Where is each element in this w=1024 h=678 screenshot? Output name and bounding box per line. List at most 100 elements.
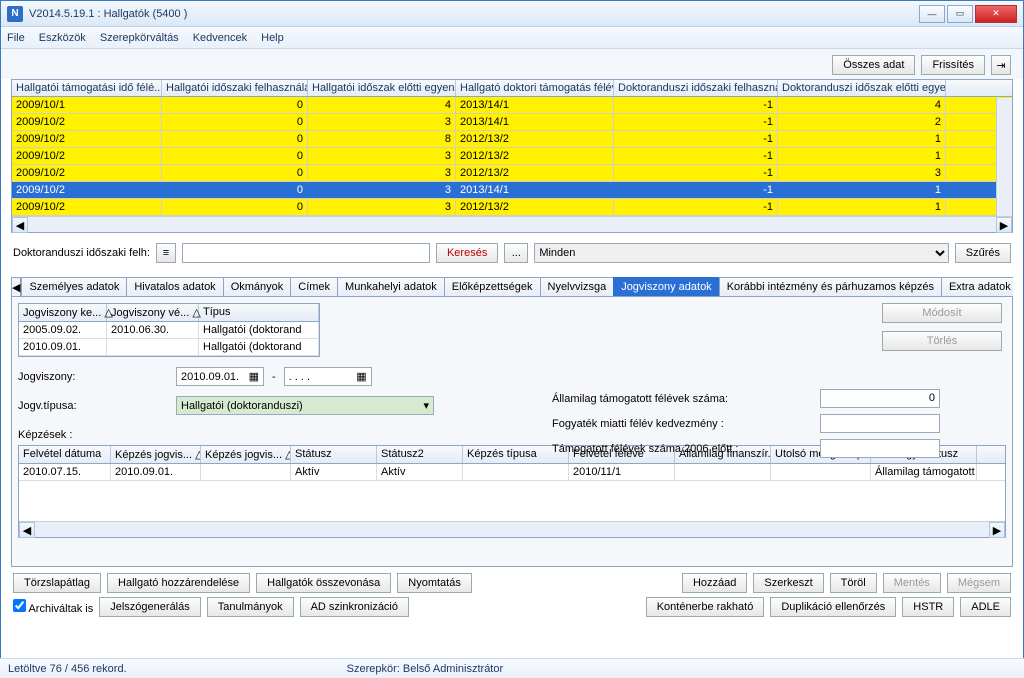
col-header[interactable]: Hallgatói támogatási idő félé... [12, 80, 162, 96]
kepzesek-row[interactable]: 2010.07.15. 2010.09.01. Aktív Aktív 2010… [19, 464, 1005, 481]
search-button[interactable]: Keresés [436, 243, 498, 263]
table-row[interactable]: 2009/10/2032013/14/1-12 [12, 114, 1012, 131]
close-button[interactable]: ✕ [975, 5, 1017, 23]
table-row[interactable]: 2009/10/1042013/14/1-14 [12, 97, 1012, 114]
adszink-button[interactable]: AD szinkronizáció [300, 597, 409, 617]
tab-addresses[interactable]: Címek [290, 277, 338, 296]
tab-extra[interactable]: Extra adatok [941, 277, 1013, 296]
table-row[interactable]: 2009/10/2032012/13/2-11 [12, 199, 1012, 216]
tab-previous-inst[interactable]: Korábbi intézmény és párhuzamos képzés [719, 277, 942, 296]
jogv-col-type[interactable]: Típus [199, 304, 319, 321]
scroll-right-icon[interactable]: ▶ [989, 522, 1005, 538]
disability-value[interactable] [820, 414, 940, 433]
window-buttons: — ▭ ✕ [919, 5, 1017, 23]
menu-roleswitch[interactable]: Szerepkörváltás [100, 32, 179, 44]
tab-personal[interactable]: Személyes adatok [21, 277, 127, 296]
scroll-right-icon[interactable]: ▶ [996, 217, 1012, 233]
supported-pre2006-value[interactable] [820, 439, 940, 458]
torol-button[interactable]: Töröl [830, 573, 877, 593]
scroll-left-icon[interactable]: ◀ [19, 522, 35, 538]
maximize-button[interactable]: ▭ [947, 5, 973, 23]
search-label: Doktoranduszi időszaki felh: [13, 247, 150, 259]
tab-official[interactable]: Hivatalos adatok [126, 277, 223, 296]
kcol[interactable]: Státusz2 [377, 446, 463, 463]
col-header[interactable]: Hallgató doktori támogatás féléve [456, 80, 614, 96]
szerkeszt-button[interactable]: Szerkeszt [753, 573, 823, 593]
kcol[interactable]: Képzés jogvis... △ [111, 446, 201, 463]
all-data-button[interactable]: Összes adat [832, 55, 915, 75]
col-header[interactable]: Hallgatói időszak előtti egyenleg [308, 80, 456, 96]
disability-label: Fogyaték miatti félév kedvezmény : [552, 418, 812, 430]
role-label: Szerepkör: Belső Adminisztrátor [347, 663, 504, 675]
search-input[interactable] [182, 243, 430, 263]
tipus-label: Jogv.típusa: [18, 400, 168, 412]
form-jogviszony: Jogviszony: 2010.09.01.▦ - . . . .▦ [18, 367, 1006, 386]
refresh-button[interactable]: Frissítés [921, 55, 985, 75]
statusbar: Letöltve 76 / 456 rekord. Szerepkör: Bel… [0, 658, 1024, 678]
nyomtatas-button[interactable]: Nyomtatás [397, 573, 472, 593]
vertical-scrollbar[interactable] [996, 98, 1012, 216]
search-mode-icon[interactable]: ≡ [156, 243, 176, 263]
calendar-icon[interactable]: ▦ [249, 370, 259, 383]
scroll-left-icon[interactable]: ◀ [12, 217, 28, 233]
state-supported-label: Államilag támogatott félévek száma: [552, 393, 812, 405]
state-supported-value: 0 [820, 389, 940, 408]
hozzaad-button[interactable]: Hozzáad [682, 573, 747, 593]
menubar: File Eszközök Szerepkörváltás Kedvencek … [1, 27, 1023, 49]
filter-combo[interactable]: Minden [534, 243, 948, 263]
adle-button[interactable]: ADLE [960, 597, 1011, 617]
supported-semesters-block: Államilag támogatott félévek száma: 0 Fog… [552, 389, 940, 458]
kcol[interactable]: Képzés jogvis... △ [201, 446, 291, 463]
col-header[interactable]: Doktoranduszi időszak előtti egyenleg [778, 80, 946, 96]
jelszo-button[interactable]: Jelszógenerálás [99, 597, 201, 617]
tipus-combo[interactable]: Hallgatói (doktoranduszi)▾ [176, 396, 434, 415]
jogv-row[interactable]: 2005.09.02. 2010.06.30. Hallgatói (dokto… [19, 322, 319, 339]
jogviszony-end-date[interactable]: . . . .▦ [284, 367, 372, 386]
minimize-button[interactable]: — [919, 5, 945, 23]
megsem-button: Mégsem [947, 573, 1011, 593]
pin-icon[interactable]: ⇥ [991, 55, 1011, 75]
tab-language[interactable]: Nyelvvizsga [540, 277, 615, 296]
jogv-col-start[interactable]: Jogviszony ke... △ [19, 304, 107, 321]
col-header[interactable]: Hallgatói időszaki felhasználás [162, 80, 308, 96]
tab-workplace[interactable]: Munkahelyi adatok [337, 277, 445, 296]
kepz-hscroll[interactable]: ◀ ▶ [19, 521, 1005, 537]
search-more-button[interactable]: ... [504, 243, 528, 263]
bottom-buttons-row1: Törzslapátlag Hallgató hozzárendelése Ha… [1, 567, 1023, 595]
tab-legal-active[interactable]: Jogviszony adatok [613, 277, 720, 296]
menu-favorites[interactable]: Kedvencek [193, 32, 247, 44]
menu-help[interactable]: Help [261, 32, 284, 44]
table-row[interactable]: 2009/10/2082012/13/2-11 [12, 131, 1012, 148]
hstr-button[interactable]: HSTR [902, 597, 954, 617]
archivaltak-checkbox[interactable]: Archiváltak is [13, 599, 93, 615]
table-row[interactable]: 2009/10/2032012/13/2-11 [12, 148, 1012, 165]
table-row[interactable]: 2009/10/2032013/14/1-11 [12, 182, 1012, 199]
hozzarendel-button[interactable]: Hallgató hozzárendelése [107, 573, 250, 593]
osszevonas-button[interactable]: Hallgatók összevonása [256, 573, 391, 593]
tab-qualifications[interactable]: Előképzettségek [444, 277, 541, 296]
kcol[interactable]: Felvétel dátuma [19, 446, 111, 463]
main-grid-body: 2009/10/1042013/14/1-142009/10/2032013/1… [12, 97, 1012, 216]
kcol[interactable]: Státusz [291, 446, 377, 463]
jogv-row[interactable]: 2010.09.01. Hallgatói (doktorand [19, 339, 319, 356]
duplik-button[interactable]: Duplikáció ellenőrzés [770, 597, 896, 617]
jogv-col-end[interactable]: Jogviszony vé... △ [107, 304, 199, 321]
bottom-buttons-row2: Archiváltak is Jelszógenerálás Tanulmány… [1, 595, 1023, 623]
menu-file[interactable]: File [7, 32, 25, 44]
menu-tools[interactable]: Eszközök [39, 32, 86, 44]
col-header[interactable]: Doktoranduszi időszaki felhasználás [614, 80, 778, 96]
chevron-down-icon[interactable]: ▾ [423, 399, 429, 412]
tab-documents[interactable]: Okmányok [223, 277, 292, 296]
calendar-icon[interactable]: ▦ [356, 370, 366, 383]
horizontal-scrollbar[interactable]: ◀ ▶ [12, 216, 1012, 232]
filter-button[interactable]: Szűrés [955, 243, 1011, 263]
tanulmanyok-button[interactable]: Tanulmányok [207, 597, 294, 617]
jogviszony-grid: Jogviszony ke... △ Jogviszony vé... △ Tí… [18, 303, 320, 357]
mentes-button: Mentés [883, 573, 941, 593]
torzslap-button[interactable]: Törzslapátlag [13, 573, 101, 593]
jogviszony-start-date[interactable]: 2010.09.01.▦ [176, 367, 264, 386]
tab-scroll-left-icon[interactable]: ◀ [11, 277, 21, 296]
kontener-button[interactable]: Konténerbe rakható [646, 597, 765, 617]
table-row[interactable]: 2009/10/2032012/13/2-13 [12, 165, 1012, 182]
tab-content: Jogviszony ke... △ Jogviszony vé... △ Tí… [11, 297, 1013, 567]
